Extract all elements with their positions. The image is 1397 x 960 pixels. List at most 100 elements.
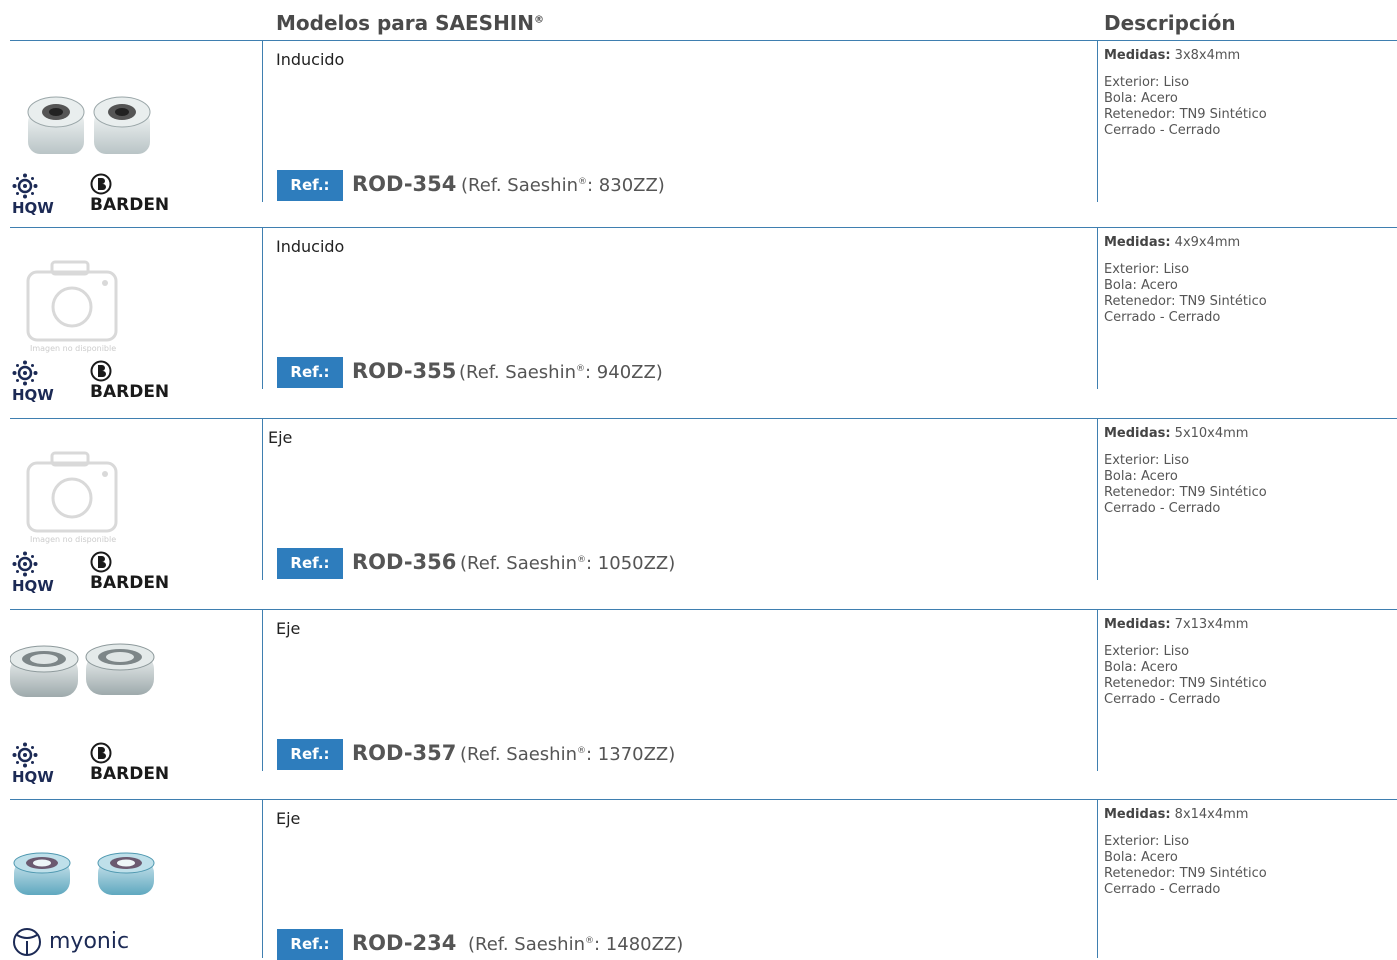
hqw-logo: HQW — [12, 551, 54, 595]
measure-value: 4x9x4mm — [1174, 235, 1241, 250]
column-divider — [262, 799, 263, 958]
application-text: Inducido — [276, 237, 345, 256]
saeshin-reference: (Ref. Saeshin®: 1050ZZ) — [460, 553, 675, 574]
saeshin-reference: (Ref. Saeshin®: 830ZZ) — [461, 175, 665, 196]
hqw-icon — [12, 551, 38, 577]
spec-line: Exterior: Liso — [1104, 453, 1190, 468]
spec-line: Bola: Acero — [1104, 660, 1178, 675]
barden-text: BARDEN — [90, 573, 170, 593]
column-divider — [1097, 227, 1098, 389]
measure-line: Medidas: 4x9x4mm — [1104, 235, 1267, 251]
measure-value: 7x13x4mm — [1174, 617, 1249, 632]
hqw-text: HQW — [12, 768, 54, 786]
bearing-photo — [27, 96, 151, 154]
spec-line: Exterior: Liso — [1104, 75, 1190, 90]
saeshin-suffix: : 1050ZZ) — [586, 553, 676, 574]
spec-line: Exterior: Liso — [1104, 262, 1190, 277]
hqw-icon — [12, 173, 38, 199]
row-divider — [10, 40, 1397, 41]
product-code: ROD-234 — [352, 931, 457, 955]
saeshin-prefix: (Ref. Saeshin — [460, 744, 577, 765]
saeshin-suffix: : 1370ZZ) — [586, 744, 676, 765]
spec-line: Bola: Acero — [1104, 850, 1178, 865]
spec-line: Bola: Acero — [1104, 91, 1178, 106]
saeshin-reference: (Ref. Saeshin®: 1370ZZ) — [460, 744, 675, 765]
registered-mark: ® — [576, 364, 585, 374]
spec-line: Cerrado - Cerrado — [1104, 882, 1221, 897]
product-code: ROD-357 — [352, 741, 457, 765]
hqw-logo: HQW — [12, 742, 54, 786]
registered-mark: ® — [578, 177, 587, 187]
hqw-icon — [12, 742, 38, 768]
spec-line: Bola: Acero — [1104, 278, 1178, 293]
measure-line: Medidas: 7x13x4mm — [1104, 617, 1267, 633]
measure-label: Medidas: — [1104, 48, 1171, 63]
barden-text: BARDEN — [90, 382, 170, 402]
column-divider — [1097, 609, 1098, 771]
measure-label: Medidas: — [1104, 426, 1171, 441]
spec-line: Exterior: Liso — [1104, 834, 1190, 849]
barden-text: BARDEN — [90, 195, 170, 215]
hqw-icon — [12, 360, 38, 386]
description-header: Descripción — [1104, 11, 1236, 35]
barden-logo: BARDEN — [90, 360, 169, 402]
spec-line: Retenedor: TN9 Sintético — [1104, 107, 1267, 122]
registered-mark: ® — [585, 936, 594, 946]
barden-icon — [90, 551, 112, 573]
barden-text: BARDEN — [90, 764, 170, 784]
column-divider — [262, 418, 263, 580]
row-divider — [10, 418, 1397, 419]
models-header-text: Modelos para SAESHIN — [276, 11, 534, 35]
barden-icon — [90, 742, 112, 764]
spec-line: Cerrado - Cerrado — [1104, 501, 1221, 516]
column-divider — [262, 40, 263, 202]
product-code: ROD-354 — [352, 172, 457, 196]
column-divider — [1097, 40, 1098, 202]
barden-logo: BARDEN — [90, 742, 169, 784]
barden-icon — [90, 360, 112, 382]
spec-line: Retenedor: TN9 Sintético — [1104, 866, 1267, 881]
application-text: Eje — [276, 809, 301, 828]
spec-line: Retenedor: TN9 Sintético — [1104, 294, 1267, 309]
no-image-text: Imagen no disponible — [30, 535, 116, 544]
barden-logo: BARDEN — [90, 173, 169, 215]
saeshin-prefix: (Ref. Saeshin — [460, 553, 577, 574]
spec-line: Retenedor: TN9 Sintético — [1104, 485, 1267, 500]
spec-line: Cerrado - Cerrado — [1104, 692, 1221, 707]
column-divider — [262, 227, 263, 389]
bearing-photo — [10, 643, 155, 697]
ref-label: Ref.: — [277, 739, 343, 770]
spec-line: Cerrado - Cerrado — [1104, 123, 1221, 138]
measure-line: Medidas: 5x10x4mm — [1104, 426, 1267, 442]
application-text: Inducido — [276, 50, 345, 69]
bearing-photo — [13, 852, 155, 895]
barden-icon — [90, 173, 112, 195]
measure-label: Medidas: — [1104, 235, 1171, 250]
application-text: Eje — [276, 619, 301, 638]
camera-placeholder-icon: Imagen no disponible — [26, 451, 118, 544]
ref-label: Ref.: — [277, 170, 343, 201]
product-row: Imagen no disponible HQW BARDEN Eje Ref.… — [0, 418, 1397, 595]
saeshin-suffix: : 830ZZ) — [587, 175, 665, 196]
saeshin-prefix: (Ref. Saeshin — [468, 934, 585, 955]
spec-line: Cerrado - Cerrado — [1104, 310, 1221, 325]
row-divider — [10, 227, 1397, 228]
description-block: Medidas: 7x13x4mm Exterior: Liso Bola: A… — [1104, 617, 1267, 708]
product-code: ROD-356 — [352, 550, 457, 574]
measure-value: 8x14x4mm — [1174, 807, 1249, 822]
description-block: Medidas: 5x10x4mm Exterior: Liso Bola: A… — [1104, 426, 1267, 517]
measure-value: 5x10x4mm — [1174, 426, 1249, 441]
saeshin-suffix: : 1480ZZ) — [594, 934, 684, 955]
row-divider — [10, 609, 1397, 610]
spec-line: Exterior: Liso — [1104, 644, 1190, 659]
saeshin-prefix: (Ref. Saeshin — [461, 175, 578, 196]
spec-line: Retenedor: TN9 Sintético — [1104, 676, 1267, 691]
saeshin-suffix: : 940ZZ) — [585, 362, 663, 383]
product-code: ROD-355 — [352, 359, 457, 383]
measure-value: 3x8x4mm — [1174, 48, 1241, 63]
barden-logo: BARDEN — [90, 551, 169, 593]
product-row: myonic Eje Ref.: ROD-234 (Ref. Saeshin®:… — [0, 799, 1397, 960]
registered-mark: ® — [577, 555, 586, 565]
saeshin-reference: (Ref. Saeshin®: 1480ZZ) — [468, 934, 683, 955]
row-divider — [10, 799, 1397, 800]
